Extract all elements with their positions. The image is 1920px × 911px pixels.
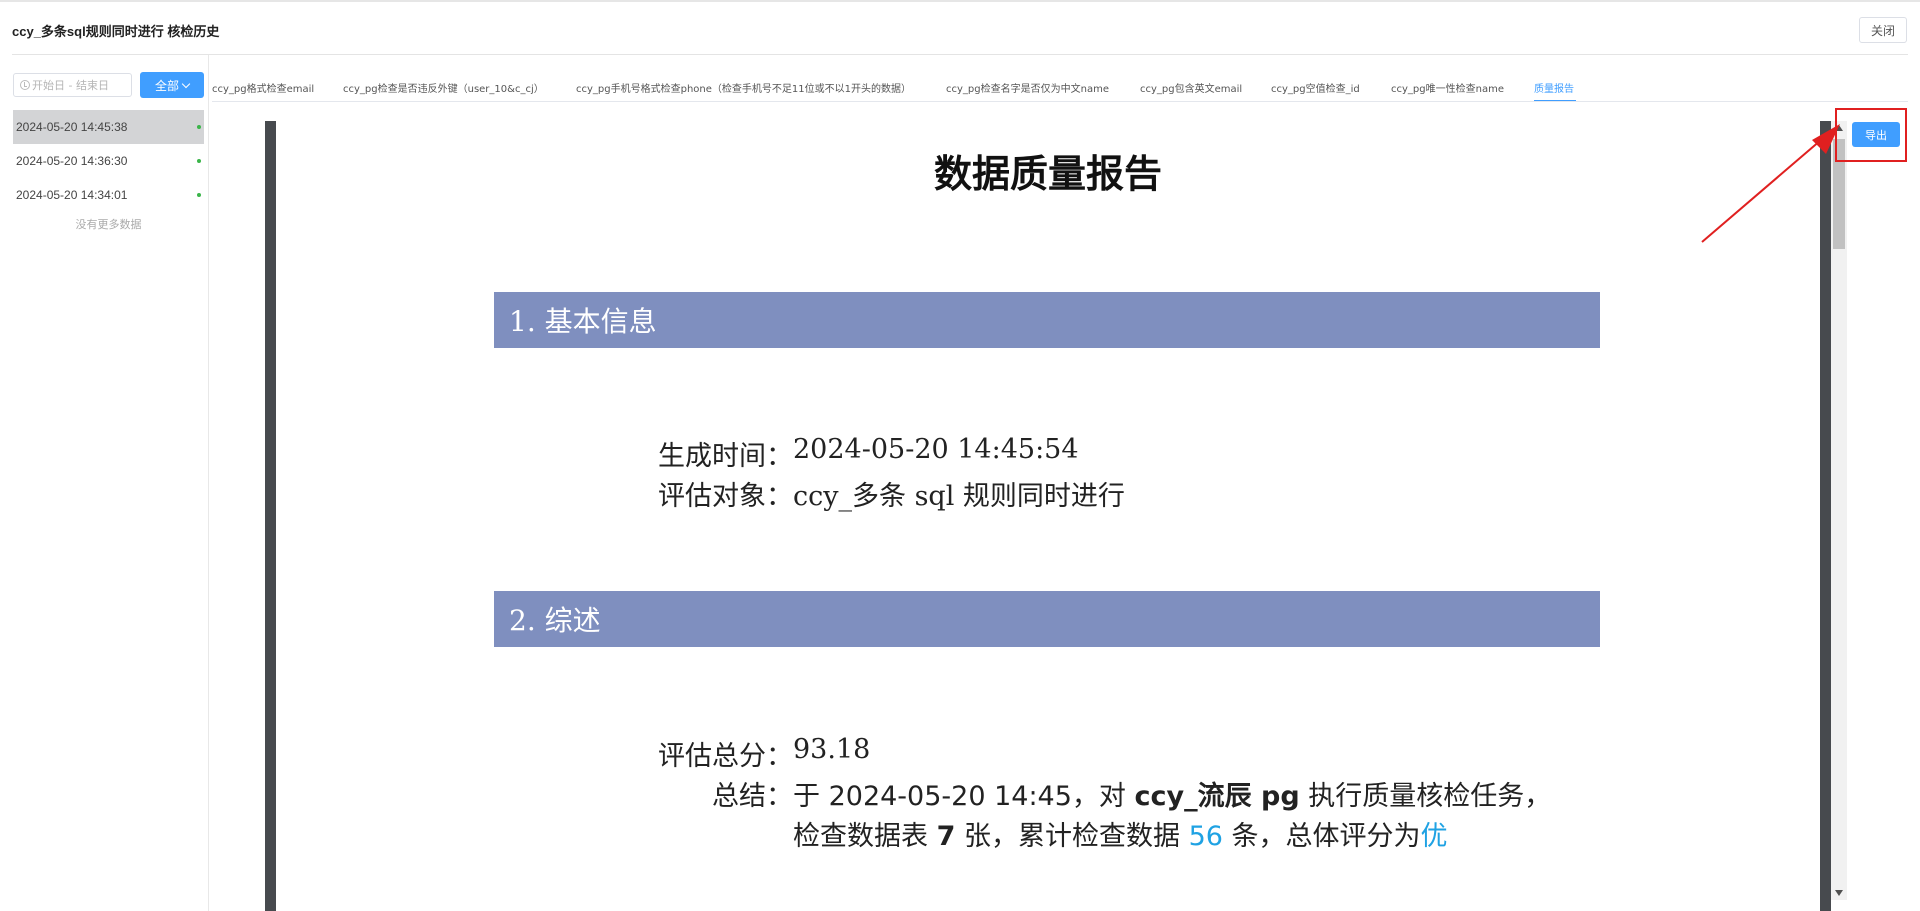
history-item[interactable]: 2024-05-20 14:34:01: [13, 178, 204, 212]
date-range-input[interactable]: 开始日 - 结束日: [13, 73, 132, 97]
summary-row: 总结： 于 2024-05-20 14:45，对 ccy_流辰 pg 执行质量核…: [609, 774, 1551, 813]
gen-time-label: 生成时间：: [658, 441, 793, 472]
history-list: 2024-05-20 14:45:38 2024-05-20 14:36:30 …: [13, 110, 204, 232]
filter-label: 全部: [154, 78, 179, 93]
tab-quality-report[interactable]: 质量报告: [1534, 75, 1576, 102]
rule-tabs: ccy_pg格式检查email ccy_pg检查是否违反外键（user_10&c…: [212, 75, 1576, 102]
success-status-icon: [197, 193, 201, 197]
scroll-down-icon[interactable]: [1835, 890, 1843, 896]
annotation-arrow-icon: [1701, 124, 1840, 243]
target-value: ccy_多条 sql 规则同时进行: [793, 481, 1125, 512]
status-filter-dropdown[interactable]: 全部: [140, 72, 204, 98]
summary-label: 总结：: [712, 781, 793, 812]
gen-time-row: 生成时间： 2024-05-20 14:45:54: [609, 434, 1079, 473]
target-label: 评估对象：: [658, 481, 793, 512]
clock-icon: [20, 80, 30, 90]
tab-unique-name[interactable]: ccy_pg唯一性检查name: [1391, 75, 1534, 102]
success-status-icon: [197, 159, 201, 163]
tabs-divider: [212, 101, 1908, 102]
score-value: 93.18: [793, 734, 871, 765]
report-viewer: 数据质量报告 1. 基本信息 生成时间： 2024-05-20 14:45:54…: [265, 121, 1831, 911]
no-more-data-text: 没有更多数据: [75, 218, 142, 231]
header-divider: [12, 54, 1908, 55]
history-item[interactable]: 2024-05-20 14:45:38: [13, 110, 204, 144]
summary-line-2: 检查数据表 7 张，累计检查数据 56 条，总体评分为优: [793, 821, 1448, 852]
summary-row-2: 检查数据表 7 张，累计检查数据 56 条，总体评分为优: [609, 814, 1448, 853]
summary-line-1: 于 2024-05-20 14:45，对 ccy_流辰 pg 执行质量核检任务，: [793, 781, 1552, 812]
history-time: 2024-05-20 14:34:01: [16, 188, 128, 202]
close-button[interactable]: 关闭: [1859, 17, 1907, 43]
tab-null-id[interactable]: ccy_pg空值检查_id: [1271, 75, 1391, 102]
history-sidebar: 开始日 - 结束日 全部 2024-05-20 14:45:38 2024-05…: [0, 55, 209, 911]
date-range-placeholder: 开始日 - 结束日: [32, 79, 109, 92]
report-document: 数据质量报告 1. 基本信息 生成时间： 2024-05-20 14:45:54…: [276, 121, 1820, 911]
score-label: 评估总分：: [658, 741, 793, 772]
tab-english-email[interactable]: ccy_pg包含英文email: [1140, 75, 1271, 102]
tab-chinese-name[interactable]: ccy_pg检查名字是否仅为中文name: [946, 75, 1140, 102]
dialog-header: ccy_多条sql规则同时进行 核检历史 关闭: [0, 0, 1920, 55]
history-item[interactable]: 2024-05-20 14:36:30: [13, 144, 204, 178]
history-time: 2024-05-20 14:36:30: [16, 154, 128, 168]
target-row: 评估对象： ccy_多条 sql 规则同时进行: [609, 474, 1125, 513]
report-title: 数据质量报告: [933, 152, 1162, 196]
tab-foreign-key[interactable]: ccy_pg检查是否违反外键（user_10&c_cj）: [343, 75, 576, 102]
section-summary: 2. 综述: [494, 591, 1600, 647]
tab-phone-format[interactable]: ccy_pg手机号格式检查phone（检查手机号不足11位或不以1开头的数据）: [576, 75, 946, 102]
success-status-icon: [197, 125, 201, 129]
section-basic-info: 1. 基本信息: [494, 292, 1600, 348]
score-row: 评估总分： 93.18: [609, 734, 870, 773]
gen-time-value: 2024-05-20 14:45:54: [793, 434, 1079, 465]
history-time: 2024-05-20 14:45:38: [16, 120, 128, 134]
tab-email-format[interactable]: ccy_pg格式检查email: [212, 75, 343, 102]
dialog-title: ccy_多条sql规则同时进行 核检历史: [12, 24, 220, 39]
chevron-down-icon: [181, 79, 191, 88]
